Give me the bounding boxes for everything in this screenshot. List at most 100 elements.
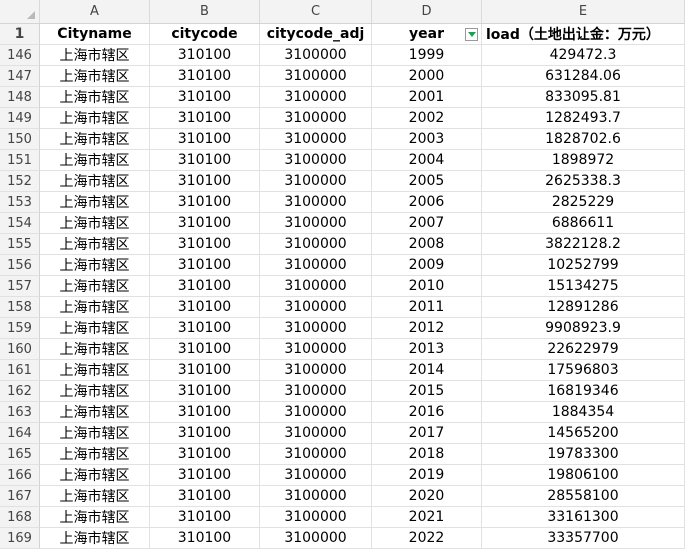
cell-load[interactable]: 6886611 bbox=[482, 213, 685, 234]
row-number[interactable]: 156 bbox=[0, 255, 40, 276]
cell-citycode[interactable]: 310100 bbox=[150, 339, 260, 360]
cell-citycode[interactable]: 310100 bbox=[150, 360, 260, 381]
cell-load[interactable]: 9908923.9 bbox=[482, 318, 685, 339]
cell-year[interactable]: 2019 bbox=[372, 465, 482, 486]
row-number[interactable]: 148 bbox=[0, 87, 40, 108]
cell-cityname[interactable]: 上海市辖区 bbox=[40, 318, 150, 339]
row-number[interactable]: 161 bbox=[0, 360, 40, 381]
header-cell-year[interactable]: year bbox=[372, 24, 482, 45]
cell-year[interactable]: 2011 bbox=[372, 297, 482, 318]
cell-year[interactable]: 1999 bbox=[372, 45, 482, 66]
cell-cityname[interactable]: 上海市辖区 bbox=[40, 129, 150, 150]
cell-citycode-adj[interactable]: 3100000 bbox=[260, 402, 372, 423]
cell-cityname[interactable]: 上海市辖区 bbox=[40, 192, 150, 213]
cell-citycode[interactable]: 310100 bbox=[150, 45, 260, 66]
cell-citycode[interactable]: 310100 bbox=[150, 423, 260, 444]
cell-citycode-adj[interactable]: 3100000 bbox=[260, 465, 372, 486]
column-header-a[interactable]: A bbox=[40, 0, 150, 23]
cell-load[interactable]: 33161300 bbox=[482, 507, 685, 528]
row-number[interactable]: 162 bbox=[0, 381, 40, 402]
cell-citycode[interactable]: 310100 bbox=[150, 213, 260, 234]
cell-year[interactable]: 2002 bbox=[372, 108, 482, 129]
cell-load[interactable]: 1828702.6 bbox=[482, 129, 685, 150]
cell-cityname[interactable]: 上海市辖区 bbox=[40, 66, 150, 87]
cell-load[interactable]: 833095.81 bbox=[482, 87, 685, 108]
cell-year[interactable]: 2015 bbox=[372, 381, 482, 402]
cell-year[interactable]: 2006 bbox=[372, 192, 482, 213]
row-number[interactable]: 153 bbox=[0, 192, 40, 213]
filter-dropdown-button[interactable] bbox=[465, 28, 478, 41]
cell-citycode[interactable]: 310100 bbox=[150, 171, 260, 192]
cell-citycode-adj[interactable]: 3100000 bbox=[260, 255, 372, 276]
cell-cityname[interactable]: 上海市辖区 bbox=[40, 423, 150, 444]
cell-citycode-adj[interactable]: 3100000 bbox=[260, 234, 372, 255]
cell-load[interactable]: 33357700 bbox=[482, 528, 685, 549]
cell-citycode-adj[interactable]: 3100000 bbox=[260, 276, 372, 297]
cell-citycode-adj[interactable]: 3100000 bbox=[260, 318, 372, 339]
cell-citycode[interactable]: 310100 bbox=[150, 192, 260, 213]
cell-citycode-adj[interactable]: 3100000 bbox=[260, 423, 372, 444]
cell-citycode[interactable]: 310100 bbox=[150, 297, 260, 318]
row-number[interactable]: 166 bbox=[0, 465, 40, 486]
row-number[interactable]: 164 bbox=[0, 423, 40, 444]
cell-cityname[interactable]: 上海市辖区 bbox=[40, 276, 150, 297]
row-number[interactable]: 159 bbox=[0, 318, 40, 339]
cell-year[interactable]: 2021 bbox=[372, 507, 482, 528]
cell-year[interactable]: 2017 bbox=[372, 423, 482, 444]
cell-load[interactable]: 1884354 bbox=[482, 402, 685, 423]
cell-citycode[interactable]: 310100 bbox=[150, 507, 260, 528]
cell-load[interactable]: 19806100 bbox=[482, 465, 685, 486]
cell-cityname[interactable]: 上海市辖区 bbox=[40, 402, 150, 423]
row-number[interactable]: 168 bbox=[0, 507, 40, 528]
cell-cityname[interactable]: 上海市辖区 bbox=[40, 360, 150, 381]
cell-citycode[interactable]: 310100 bbox=[150, 234, 260, 255]
cell-load[interactable]: 14565200 bbox=[482, 423, 685, 444]
cell-load[interactable]: 12891286 bbox=[482, 297, 685, 318]
cell-cityname[interactable]: 上海市辖区 bbox=[40, 255, 150, 276]
cell-cityname[interactable]: 上海市辖区 bbox=[40, 213, 150, 234]
row-number[interactable]: 149 bbox=[0, 108, 40, 129]
cell-citycode-adj[interactable]: 3100000 bbox=[260, 360, 372, 381]
cell-load[interactable]: 3822128.2 bbox=[482, 234, 685, 255]
cell-cityname[interactable]: 上海市辖区 bbox=[40, 444, 150, 465]
row-number[interactable]: 151 bbox=[0, 150, 40, 171]
cell-citycode[interactable]: 310100 bbox=[150, 255, 260, 276]
cell-load[interactable]: 15134275 bbox=[482, 276, 685, 297]
cell-citycode[interactable]: 310100 bbox=[150, 276, 260, 297]
cell-citycode-adj[interactable]: 3100000 bbox=[260, 486, 372, 507]
row-number[interactable]: 1 bbox=[0, 24, 40, 45]
cell-load[interactable]: 429472.3 bbox=[482, 45, 685, 66]
row-number[interactable]: 155 bbox=[0, 234, 40, 255]
column-header-e[interactable]: E bbox=[482, 0, 685, 23]
row-number[interactable]: 146 bbox=[0, 45, 40, 66]
cell-citycode-adj[interactable]: 3100000 bbox=[260, 45, 372, 66]
cell-cityname[interactable]: 上海市辖区 bbox=[40, 87, 150, 108]
cell-citycode[interactable]: 310100 bbox=[150, 381, 260, 402]
header-cell-load[interactable]: load（土地出让金：万元） bbox=[482, 24, 685, 45]
cell-citycode-adj[interactable]: 3100000 bbox=[260, 339, 372, 360]
cell-cityname[interactable]: 上海市辖区 bbox=[40, 171, 150, 192]
cell-load[interactable]: 2825229 bbox=[482, 192, 685, 213]
row-number[interactable]: 167 bbox=[0, 486, 40, 507]
cell-citycode[interactable]: 310100 bbox=[150, 150, 260, 171]
cell-citycode-adj[interactable]: 3100000 bbox=[260, 129, 372, 150]
row-number[interactable]: 154 bbox=[0, 213, 40, 234]
cell-citycode-adj[interactable]: 3100000 bbox=[260, 150, 372, 171]
cell-load[interactable]: 1898972 bbox=[482, 150, 685, 171]
cell-load[interactable]: 19783300 bbox=[482, 444, 685, 465]
cell-year[interactable]: 2013 bbox=[372, 339, 482, 360]
cell-year[interactable]: 2016 bbox=[372, 402, 482, 423]
cell-cityname[interactable]: 上海市辖区 bbox=[40, 297, 150, 318]
cell-year[interactable]: 2003 bbox=[372, 129, 482, 150]
cell-citycode[interactable]: 310100 bbox=[150, 129, 260, 150]
cell-citycode-adj[interactable]: 3100000 bbox=[260, 66, 372, 87]
cell-cityname[interactable]: 上海市辖区 bbox=[40, 339, 150, 360]
row-number[interactable]: 160 bbox=[0, 339, 40, 360]
header-cell-citycode-adj[interactable]: citycode_adj bbox=[260, 24, 372, 45]
header-cell-cityname[interactable]: Cityname bbox=[40, 24, 150, 45]
row-number[interactable]: 157 bbox=[0, 276, 40, 297]
cell-year[interactable]: 2020 bbox=[372, 486, 482, 507]
cell-load[interactable]: 1282493.7 bbox=[482, 108, 685, 129]
cell-year[interactable]: 2008 bbox=[372, 234, 482, 255]
cell-cityname[interactable]: 上海市辖区 bbox=[40, 507, 150, 528]
